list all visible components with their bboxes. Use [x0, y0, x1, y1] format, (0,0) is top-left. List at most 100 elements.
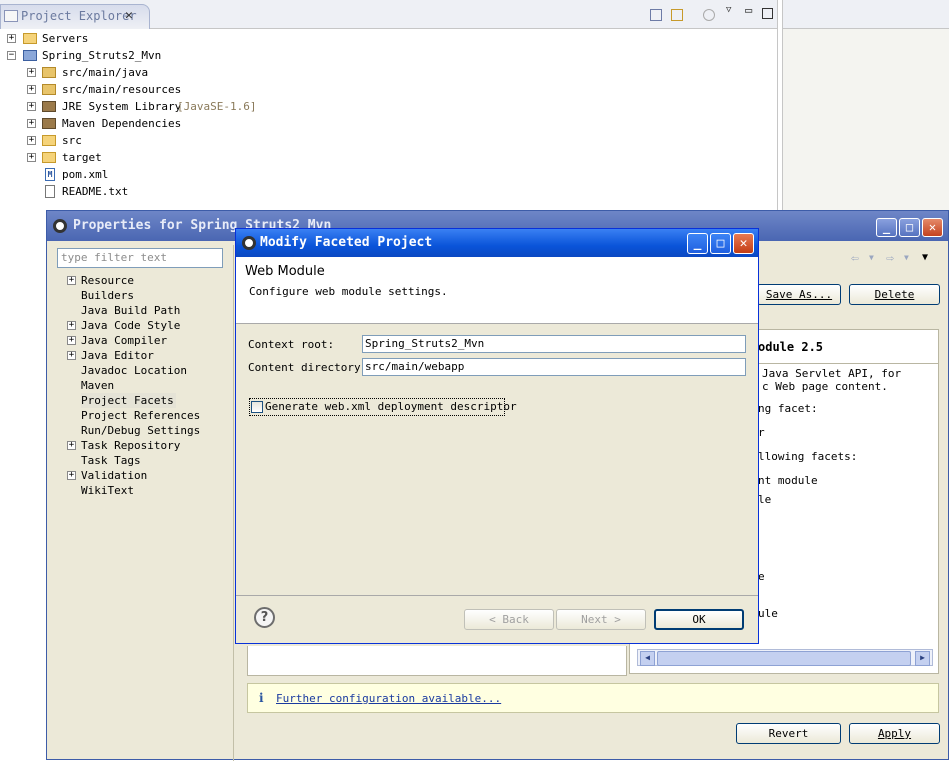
nav-item-builders[interactable]: Builders	[81, 288, 134, 303]
nav-item-java-build-path[interactable]: Java Build Path	[81, 303, 180, 318]
nav-item-run-debug-settings[interactable]: Run/Debug Settings	[81, 423, 200, 438]
checkbox-box[interactable]	[251, 401, 263, 413]
modify-dialog-title: Modify Faceted Project	[260, 235, 433, 250]
minimize-button[interactable]: _	[876, 218, 897, 237]
delete-label: Delete	[874, 288, 915, 301]
further-config-link[interactable]: Further configuration available...	[276, 692, 501, 705]
facet-list-panel	[247, 646, 627, 676]
maximize-view-icon[interactable]	[762, 8, 773, 19]
nav-item-label: Resource	[81, 274, 134, 287]
tree-item-servers[interactable]: + Servers	[0, 30, 777, 47]
nav-item-label: Java Compiler	[81, 334, 168, 347]
facet-description-line: ule	[758, 607, 778, 620]
maximize-button[interactable]: □	[710, 233, 731, 254]
next-button[interactable]: Next >	[556, 609, 646, 630]
tree-item-label: pom.xml	[62, 168, 109, 181]
tree-item-jre-library[interactable]: + JRE System Library [JavaSE-1.6]	[0, 98, 777, 115]
close-button[interactable]: ✕	[733, 233, 754, 254]
close-button[interactable]: ✕	[922, 218, 943, 237]
ok-button[interactable]: OK	[654, 609, 744, 630]
nav-item-task-tags[interactable]: Task Tags	[81, 453, 141, 468]
project-explorer-view: Project Explorer ✕ ▽ ▭ + Servers − Sprin…	[0, 0, 778, 212]
save-as-button[interactable]: Save As...	[757, 284, 841, 305]
nav-item-maven[interactable]: Maven	[81, 378, 114, 393]
revert-label: Revert	[768, 727, 809, 740]
forward-menu-icon[interactable]: ▼	[904, 253, 909, 262]
expand-icon[interactable]: +	[67, 351, 76, 360]
close-tab-icon[interactable]: ✕	[125, 5, 133, 27]
tree-item-pom[interactable]: M pom.xml	[0, 166, 777, 183]
minimize-view-icon[interactable]: ▭	[745, 3, 752, 17]
nav-item-label: Java Code Style	[81, 319, 181, 332]
tab-project-explorer[interactable]: Project Explorer ✕	[0, 4, 150, 29]
nav-item-javadoc-location[interactable]: Javadoc Location	[81, 363, 187, 378]
scroll-thumb[interactable]	[657, 651, 911, 666]
folder-icon	[42, 152, 56, 163]
facet-description-line: c Web page content.	[762, 380, 888, 393]
context-root-label: Context root:	[248, 338, 335, 351]
nav-item-project-facets[interactable]: Project Facets	[81, 393, 176, 408]
tree-item-maven-dependencies[interactable]: + Maven Dependencies	[0, 115, 777, 132]
tree-item-label: target	[62, 151, 102, 164]
view-menu-icon[interactable]: ▼	[922, 252, 928, 263]
context-root-input[interactable]: Spring_Struts2_Mvn	[362, 335, 746, 353]
expand-icon[interactable]: +	[27, 68, 36, 77]
revert-button[interactable]: Revert	[736, 723, 841, 744]
forward-arrow-icon[interactable]: ⇨	[886, 251, 894, 266]
facet-description-line: le	[758, 493, 772, 506]
tree-item-project[interactable]: − Spring_Struts2_Mvn	[0, 47, 777, 64]
horizontal-scrollbar[interactable]: ◀ ▶	[637, 649, 933, 666]
view-menu-icon[interactable]: ▽	[726, 5, 731, 15]
expand-icon[interactable]: +	[27, 136, 36, 145]
expand-icon[interactable]: +	[27, 153, 36, 162]
expand-icon[interactable]: +	[67, 441, 76, 450]
modify-dialog-title-bar[interactable]: Modify Faceted Project _ □ ✕	[236, 229, 758, 257]
expand-icon[interactable]: +	[67, 336, 76, 345]
delete-button[interactable]: Delete	[849, 284, 940, 305]
library-icon	[42, 101, 56, 112]
collapse-icon[interactable]: −	[7, 51, 16, 60]
back-menu-icon[interactable]: ▼	[869, 253, 874, 262]
ok-label: OK	[692, 613, 706, 626]
text-file-icon	[45, 185, 55, 198]
back-arrow-icon[interactable]: ⇦	[851, 251, 859, 266]
link-with-editor-icon[interactable]	[671, 9, 683, 21]
tab-label: Project Explorer	[21, 9, 137, 23]
gear-icon	[53, 219, 67, 233]
expand-icon[interactable]: +	[67, 321, 76, 330]
expand-icon[interactable]: +	[67, 471, 76, 480]
gear-icon	[242, 236, 256, 250]
help-icon[interactable]: ?	[254, 607, 275, 628]
filter-icon[interactable]	[703, 9, 715, 21]
tree-item-src-main-java[interactable]: + src/main/java	[0, 64, 777, 81]
checkbox-label: Generate web.xml deployment descriptor	[265, 400, 517, 413]
scroll-left-icon[interactable]: ◀	[640, 651, 655, 666]
content-directory-input[interactable]: src/main/webapp	[362, 358, 746, 376]
expand-icon[interactable]: +	[27, 102, 36, 111]
tree-item-label: JRE System Library	[62, 100, 182, 113]
tree-item-src[interactable]: + src	[0, 132, 777, 149]
expand-icon[interactable]: +	[67, 276, 76, 285]
generate-web-xml-checkbox[interactable]: Generate web.xml deployment descriptor	[249, 398, 517, 416]
tree-item-readme[interactable]: README.txt	[0, 183, 777, 200]
tree-item-src-main-resources[interactable]: + src/main/resources	[0, 81, 777, 98]
expand-icon[interactable]: +	[27, 85, 36, 94]
right-panel-header	[783, 0, 949, 29]
minimize-button[interactable]: _	[687, 233, 708, 254]
back-button[interactable]: < Back	[464, 609, 554, 630]
filter-input[interactable]: type filter text	[57, 248, 223, 268]
right-side-panel	[782, 0, 949, 212]
scroll-right-icon[interactable]: ▶	[915, 651, 930, 666]
jre-version-label: [JavaSE-1.6]	[177, 100, 257, 113]
tree-item-target[interactable]: + target	[0, 149, 777, 166]
nav-item-project-references[interactable]: Project References	[81, 408, 200, 423]
tree-item-label: Servers	[42, 32, 89, 45]
collapse-all-icon[interactable]	[650, 9, 662, 21]
nav-item-wikitext[interactable]: WikiText	[81, 483, 134, 498]
apply-button[interactable]: Apply	[849, 723, 940, 744]
expand-icon[interactable]: +	[27, 119, 36, 128]
expand-icon[interactable]: +	[7, 34, 16, 43]
maximize-button[interactable]: □	[899, 218, 920, 237]
maven-file-icon: M	[45, 168, 55, 181]
nav-item-label: Task Repository	[81, 439, 181, 452]
